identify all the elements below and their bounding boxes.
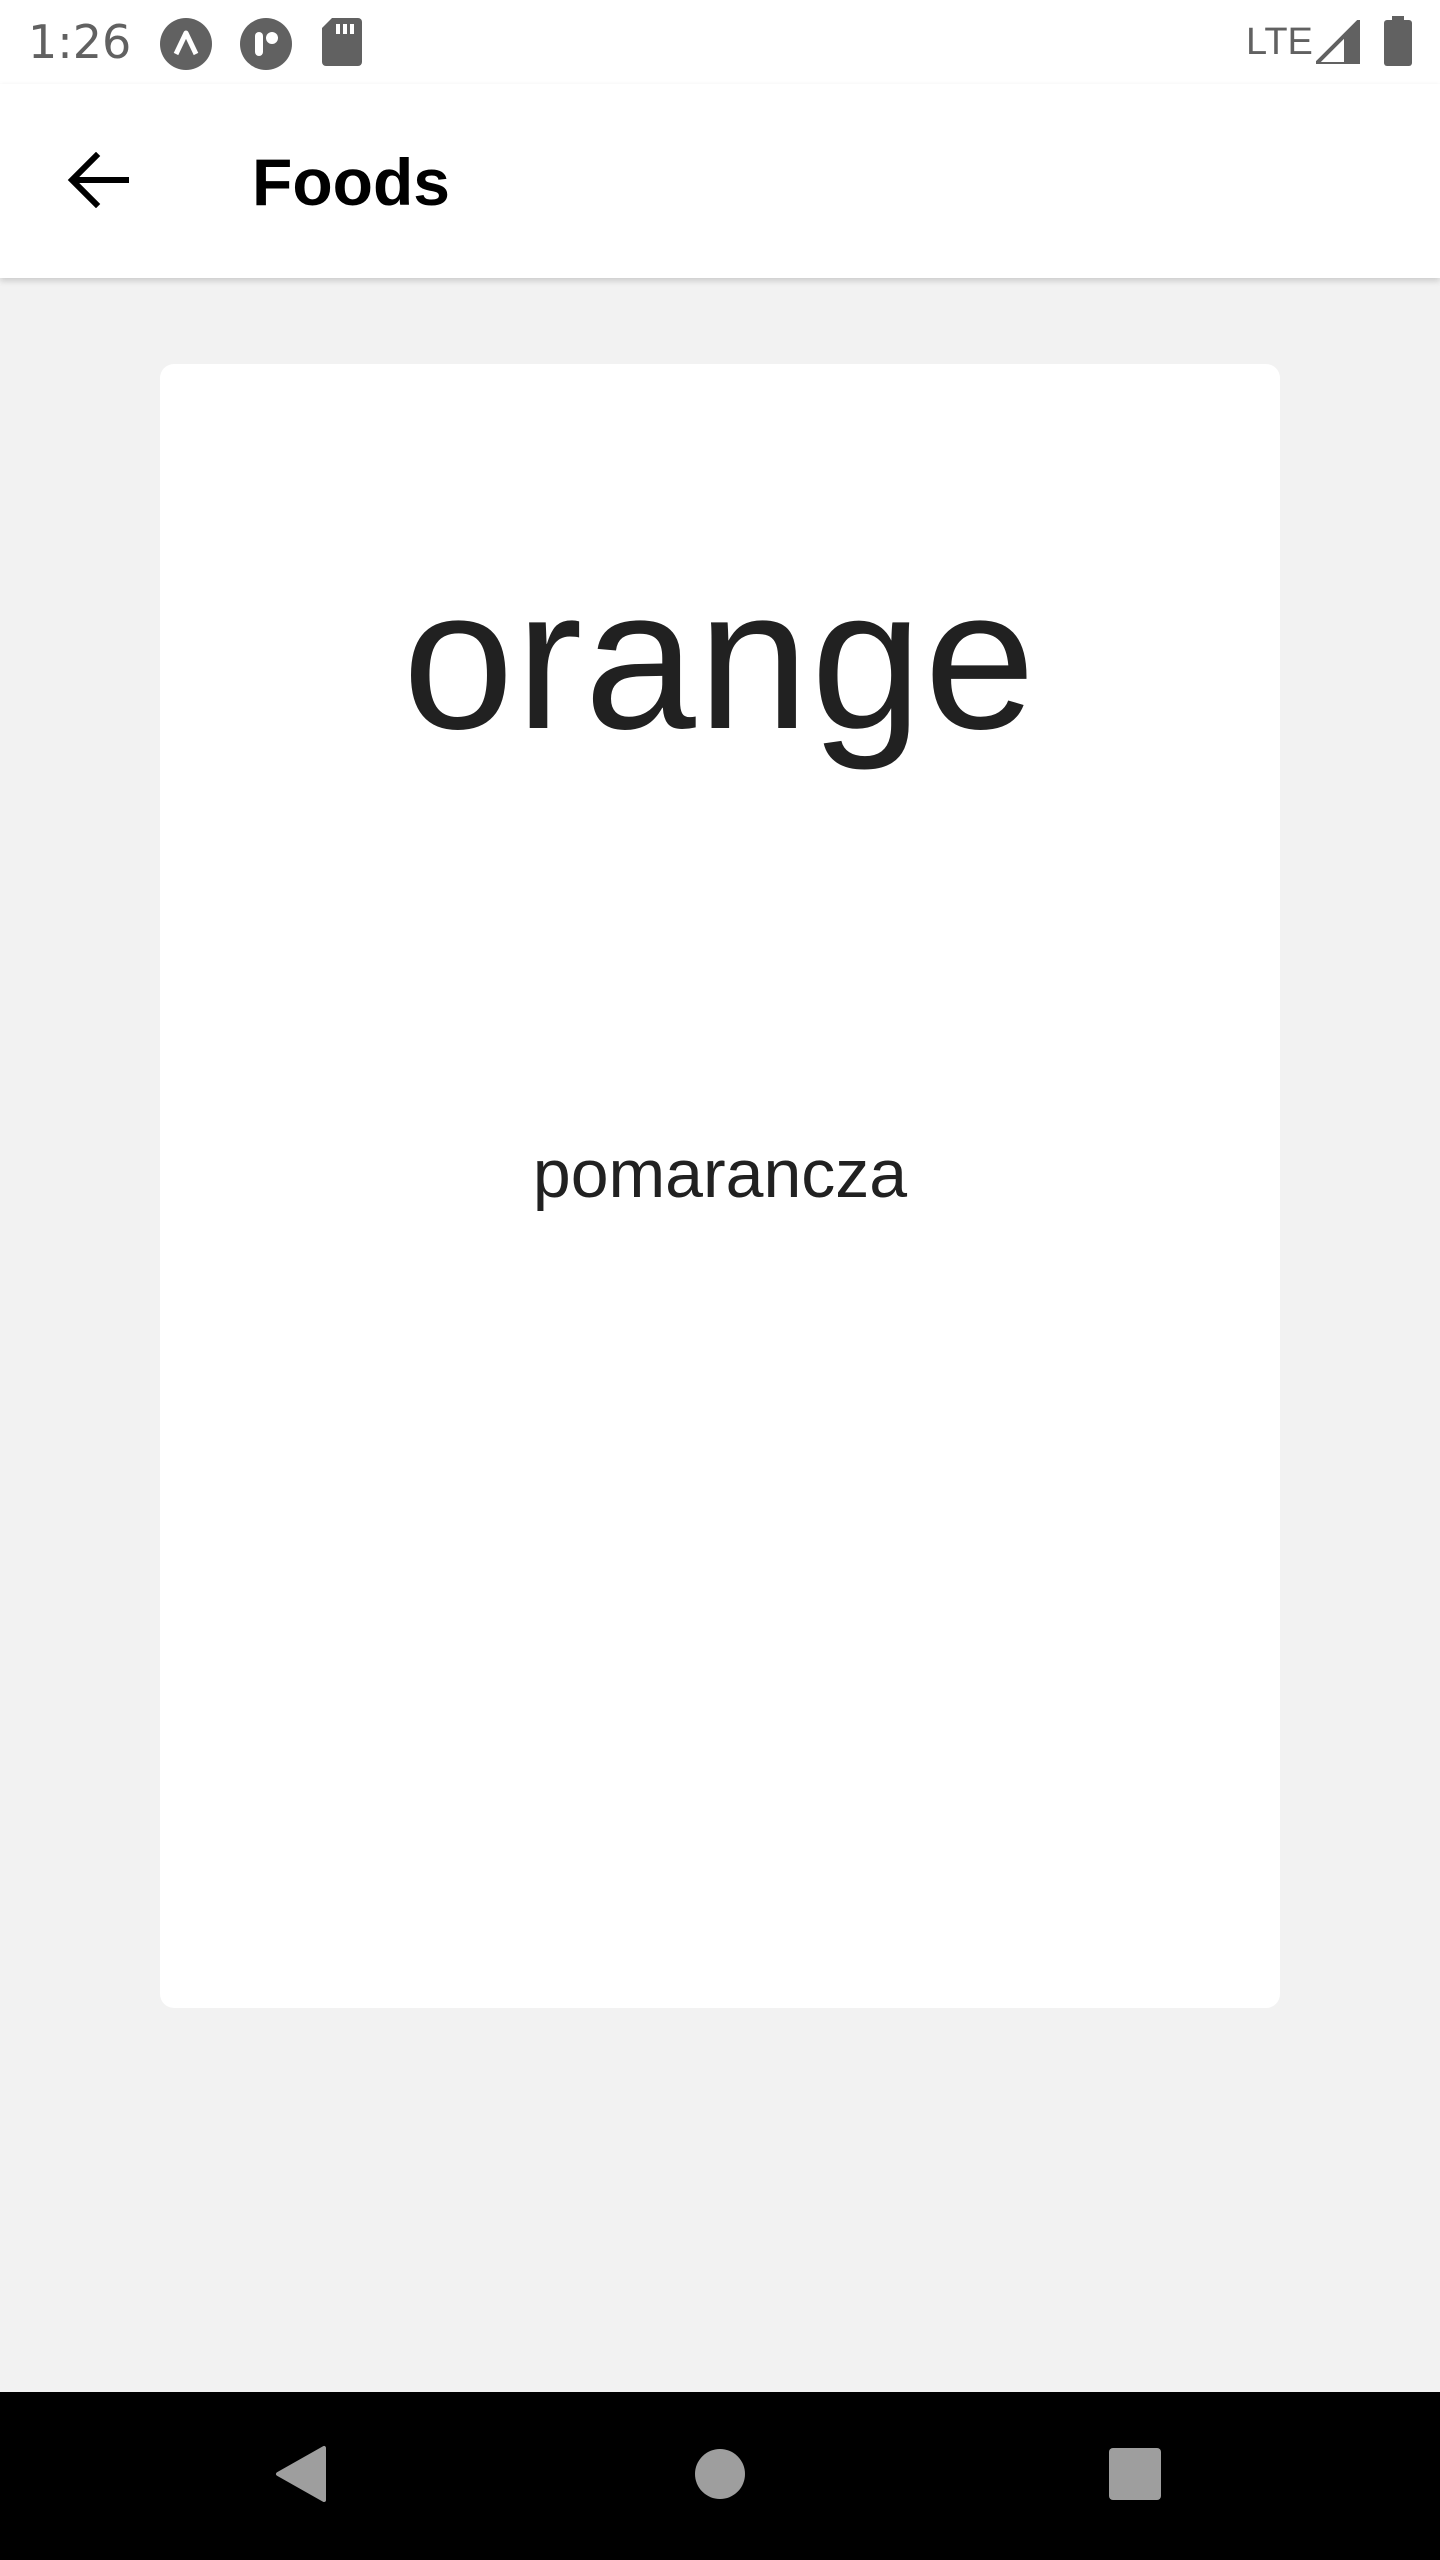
app-bar: Foods <box>0 84 1440 278</box>
back-button[interactable] <box>52 136 144 228</box>
system-nav-bar <box>0 2392 1440 2560</box>
nav-recents-button[interactable] <box>1085 2426 1185 2526</box>
status-bar: 1:26 LTE <box>0 0 1440 84</box>
flashcard-word: orange <box>402 548 1038 771</box>
network-type: LTE <box>1246 21 1313 63</box>
battery-icon <box>1384 16 1412 71</box>
nav-back-button[interactable] <box>250 2426 350 2526</box>
back-triangle-icon <box>272 2444 328 2509</box>
flashcard[interactable]: orange pomarancza <box>160 364 1280 2008</box>
sd-card-icon <box>322 18 362 71</box>
signal-icon <box>1311 15 1362 69</box>
flashcard-translation: pomarancza <box>532 1136 908 1212</box>
home-circle-icon <box>694 2448 746 2505</box>
recents-square-icon <box>1108 2447 1162 2506</box>
arrow-up-circle-icon <box>160 18 212 75</box>
status-time: 1:26 <box>28 15 132 69</box>
r-circle-icon <box>240 18 292 75</box>
nav-home-button[interactable] <box>670 2426 770 2526</box>
arrow-back-icon <box>66 151 130 213</box>
page-title: Foods <box>252 145 450 219</box>
